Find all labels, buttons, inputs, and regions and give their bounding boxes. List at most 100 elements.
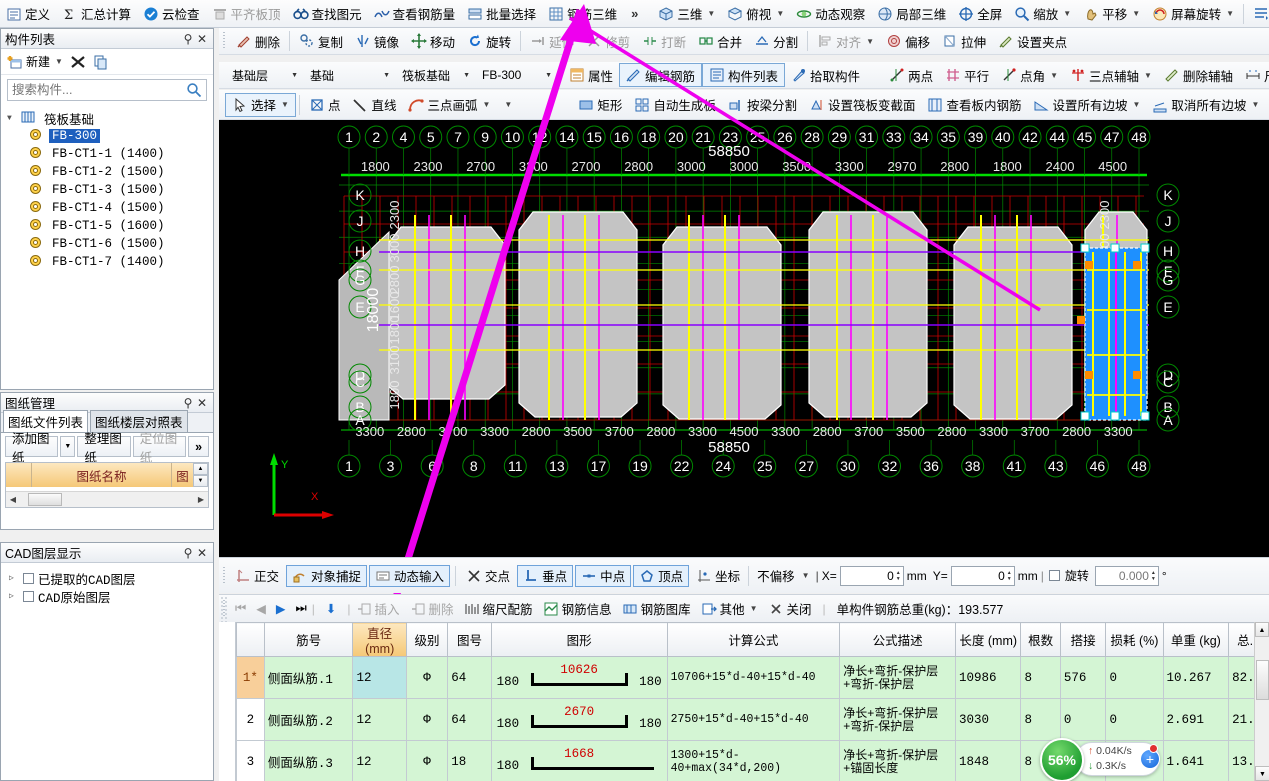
move-button[interactable]: 移动 xyxy=(405,29,461,53)
rebar-unit-weight[interactable]: 2.691 xyxy=(1162,698,1230,741)
set-grip-button[interactable]: 设置夹点 xyxy=(992,29,1073,53)
chevron-down-icon[interactable]: ▼ xyxy=(1226,9,1234,18)
snap-vertex[interactable]: 顶点 xyxy=(633,564,690,587)
line-button[interactable]: 直线 xyxy=(346,93,402,117)
three-point-axis-button[interactable]: 三点辅轴 ▼ xyxy=(1064,63,1158,87)
expand-triangle-icon[interactable]: ▷ xyxy=(9,573,19,583)
binoculars-button[interactable]: 查找图元 xyxy=(287,2,368,26)
rebar-length[interactable]: 10986 xyxy=(954,656,1022,699)
orbit-button[interactable]: 动态观察 xyxy=(790,2,871,26)
floor-combo[interactable]: 基础层 ▼ xyxy=(227,65,301,86)
expand-triangle-icon[interactable]: ▷ xyxy=(9,591,19,601)
rebar-grade[interactable]: Φ xyxy=(405,740,449,781)
close-icon[interactable]: ✕ xyxy=(195,396,209,410)
other-button[interactable]: 其他 ▼ xyxy=(696,598,763,619)
rebar-name[interactable]: 侧面纵筋.3 xyxy=(263,740,354,781)
chevron-down-icon[interactable]: ▼ xyxy=(866,37,874,46)
nav-last-button[interactable]: ⏭ xyxy=(291,600,312,617)
rebar-desc[interactable]: 净长+弯折-保护层+弯折-保护层 xyxy=(839,656,956,699)
chevron-down-icon[interactable]: ▼ xyxy=(1144,71,1152,80)
chevron-down-icon[interactable]: ▼ xyxy=(482,100,490,109)
cad-canvas[interactable]: 1 2 4 5 7 9 10 12 14 15 16 18 20 21 23 25 26 28 29 31 33 34 35… xyxy=(219,120,1269,557)
y-input[interactable]: 0 ▲ ▼ xyxy=(950,565,1015,586)
rotate-button[interactable]: 旋转 xyxy=(461,29,517,53)
rotate-spinner[interactable]: ▲ ▼ xyxy=(1151,570,1156,582)
rebar-formula[interactable]: 2750+15*d-40+15*d-40 xyxy=(666,698,841,741)
zoom-button[interactable]: 缩放 ▼ xyxy=(1008,2,1077,26)
rebar-count[interactable]: 8 xyxy=(1020,656,1061,699)
grid-col-name[interactable]: 图纸名称 xyxy=(32,463,172,487)
rebar-grade[interactable]: Φ xyxy=(405,698,449,741)
rebar-loss[interactable]: 0 xyxy=(1105,656,1164,699)
rebar-info-button[interactable]: 钢筋信息 xyxy=(538,598,617,619)
snap-midpoint[interactable]: 中点 xyxy=(575,564,632,587)
offset-mode-label[interactable]: 不偏移 xyxy=(752,565,800,587)
local-3d-button[interactable]: 局部三维 xyxy=(871,2,952,26)
edit-rebar-button[interactable]: 编辑钢筋 xyxy=(619,63,703,87)
properties-button[interactable]: 属性 xyxy=(563,63,619,87)
scroll-thumb[interactable] xyxy=(1256,660,1269,700)
chevron-down-icon[interactable]: ▼ xyxy=(281,100,289,109)
rebar-name[interactable]: 侧面纵筋.1 xyxy=(263,656,354,699)
cad-layer-item-1[interactable]: ▷ CAD原始图层 xyxy=(9,587,213,606)
chevron-down-icon[interactable]: ▼ xyxy=(291,72,298,79)
component-item-2[interactable]: FB-CT1-2 (1500) xyxy=(7,163,213,181)
search-icon[interactable] xyxy=(186,82,202,98)
grid-hscrollbar[interactable]: ◀ ▶ xyxy=(6,491,208,507)
delete-button[interactable]: 删除 xyxy=(230,29,286,53)
rebar-diameter[interactable]: 12 xyxy=(352,698,407,741)
nav-first-button[interactable]: ⏮ xyxy=(230,600,251,617)
cursor-button[interactable]: 选择 ▼ xyxy=(225,92,296,117)
cad-layer-item-0[interactable]: ▷ 已提取的CAD图层 xyxy=(9,569,213,588)
snap-intersection[interactable]: 交点 xyxy=(461,565,515,587)
chevron-down-icon[interactable]: ▼ xyxy=(60,436,76,457)
col-header-0[interactable] xyxy=(236,622,265,657)
chevron-down-icon[interactable]: ▼ xyxy=(707,9,715,18)
sigma-button[interactable]: Σ 汇总计算 xyxy=(56,2,137,26)
pin-icon[interactable]: ⚲ xyxy=(181,546,195,560)
component-item-1[interactable]: FB-CT1-1 (1400) xyxy=(7,145,213,163)
view-slab-rebar-button[interactable]: 查看板内钢筋 xyxy=(921,93,1027,117)
pin-icon[interactable]: ⚲ xyxy=(181,396,195,410)
rebar-length[interactable]: 1848 xyxy=(954,740,1022,781)
rebar-diameter[interactable]: 12 xyxy=(352,656,407,699)
batch-select-button[interactable]: 批量选择 xyxy=(461,2,542,26)
point-angle-button[interactable]: 点角 ▼ xyxy=(995,63,1064,87)
col-header-3[interactable]: 级别 xyxy=(405,622,449,657)
select-floor-button[interactable]: 选择楼层 xyxy=(1247,2,1269,26)
rotate-input[interactable]: 0.000 ▲ ▼ xyxy=(1094,565,1159,586)
chevron-down-icon[interactable]: ▼ xyxy=(1251,100,1259,109)
split-button[interactable]: 分割 xyxy=(748,29,804,53)
snap-coordinate[interactable]: 坐标 xyxy=(691,565,745,587)
table-row[interactable]: 2 侧面纵筋.2 12 Φ 64 2670 180 180 2750+15*d-40+15*d-… xyxy=(236,698,1269,741)
drawing-button-0[interactable]: 添加图纸 xyxy=(5,432,59,465)
arc-button[interactable]: 三点画弧 ▼ xyxy=(402,93,496,117)
col-header-12[interactable]: 单重 (kg) xyxy=(1162,622,1230,657)
set-slope-button[interactable]: 设置所有边坡 ▼ xyxy=(1027,93,1146,117)
copy-component-icon[interactable] xyxy=(93,54,109,70)
component-item-0[interactable]: FB-300 xyxy=(7,127,213,145)
y-spinner[interactable]: ▲ ▼ xyxy=(1007,570,1012,582)
rebar-shape-no[interactable]: 64 xyxy=(447,656,492,699)
network-speed-widget[interactable]: 56% ↑ 0.04K/s ↓ 0.3K/s + xyxy=(1040,738,1160,781)
auto-slab-button[interactable]: 自动生成板 xyxy=(628,93,722,117)
category-combo[interactable]: 基础 ▼ xyxy=(305,65,393,86)
col-header-5[interactable]: 图形 xyxy=(490,622,668,657)
x-input[interactable]: 0 ▲ ▼ xyxy=(839,565,904,586)
x-spinner[interactable]: ▲ ▼ xyxy=(896,570,901,582)
search-input[interactable] xyxy=(12,83,186,97)
layer-checkbox[interactable] xyxy=(23,572,34,584)
component-combo[interactable]: FB-300 ▼ xyxy=(477,65,555,86)
pin-icon[interactable]: ⚲ xyxy=(181,32,195,46)
two-point-button[interactable]: 两点 xyxy=(883,63,939,87)
col-header-4[interactable]: 图号 xyxy=(447,622,492,657)
merge-button[interactable]: 合并 xyxy=(692,29,748,53)
snap-dynamic-input[interactable]: 动态输入 xyxy=(369,564,451,587)
cube-button[interactable]: 三维 ▼ xyxy=(652,2,721,26)
chevron-down-icon[interactable]: ▼ xyxy=(383,72,390,79)
rebar-shape-cell[interactable]: 2670 180 180 xyxy=(490,698,668,741)
component-item-3[interactable]: FB-CT1-3 (1500) xyxy=(7,181,213,199)
rebar-unit-weight[interactable]: 1.641 xyxy=(1162,740,1230,781)
screen-rotate-button[interactable]: 屏幕旋转 ▼ xyxy=(1146,2,1240,26)
rebar-shape-cell[interactable]: 10626 180 180 xyxy=(490,656,668,699)
